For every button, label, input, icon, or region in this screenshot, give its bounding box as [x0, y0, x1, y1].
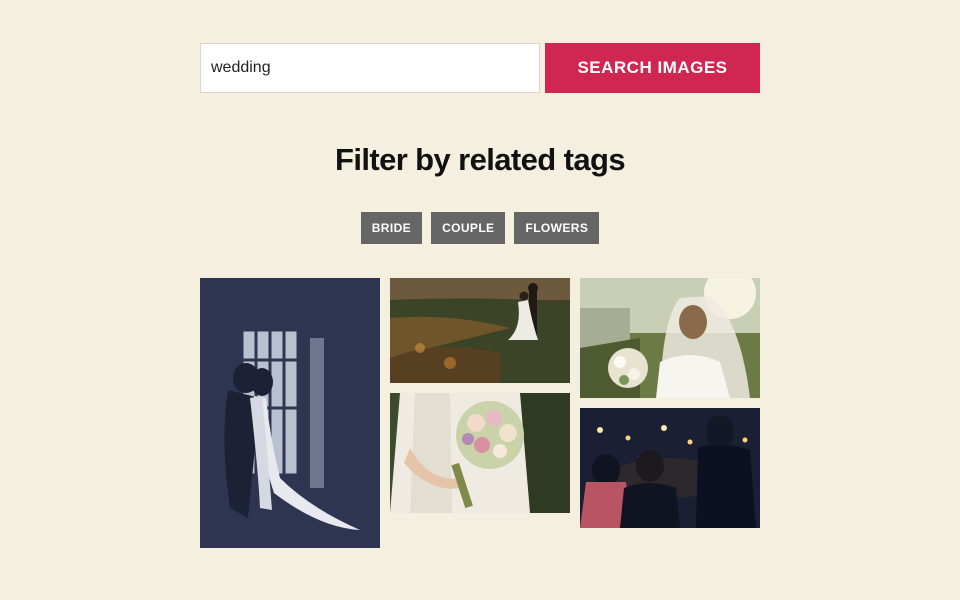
related-tags: BRIDE COUPLE FLOWERS — [0, 212, 960, 244]
tag-couple[interactable]: COUPLE — [431, 212, 506, 244]
gallery-image-guests-sparklers[interactable] — [580, 408, 760, 528]
filter-heading: Filter by related tags — [334, 142, 626, 177]
search-images-button[interactable]: SEARCH IMAGES — [545, 43, 760, 93]
gallery-image-couple-silhouette[interactable] — [200, 278, 380, 548]
tag-flowers[interactable]: FLOWERS — [514, 212, 600, 244]
gallery-image-bride-bouquet[interactable] — [390, 393, 570, 513]
gallery-image-couple-vineyard[interactable] — [390, 278, 570, 383]
tag-bride[interactable]: BRIDE — [360, 212, 423, 244]
search-bar: SEARCH IMAGES — [200, 43, 760, 93]
gallery-image-bride-veil[interactable] — [580, 278, 760, 398]
search-input[interactable] — [200, 43, 540, 93]
